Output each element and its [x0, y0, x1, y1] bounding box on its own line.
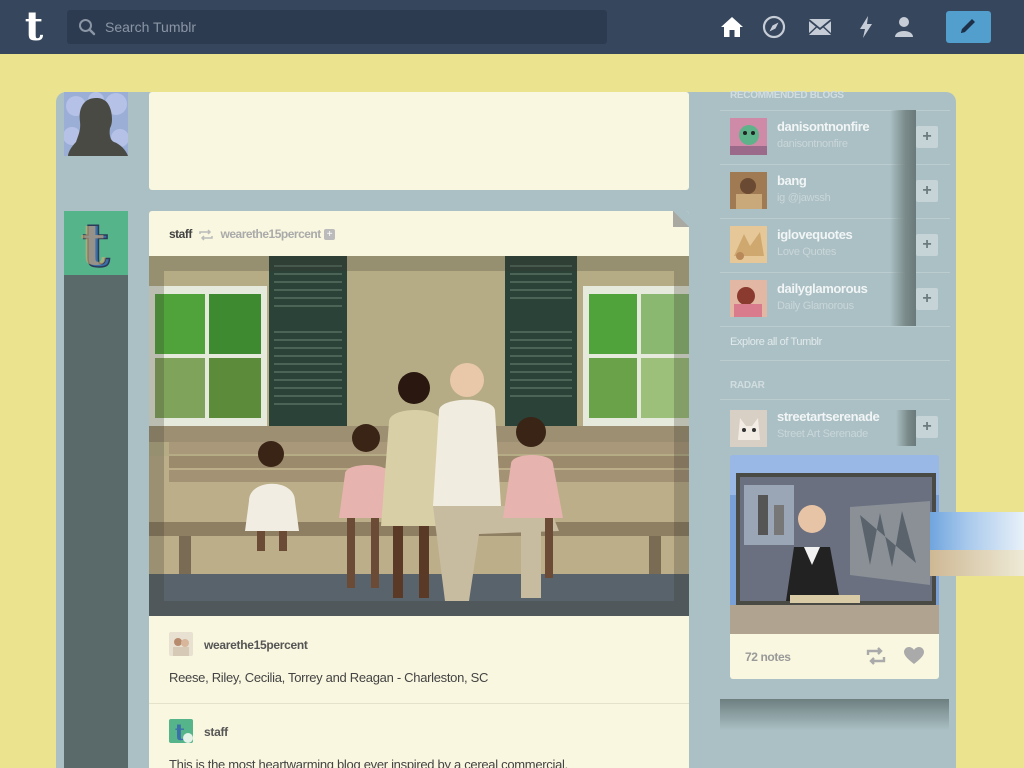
pencil-icon [961, 19, 975, 33]
tumblr-logo[interactable]: t [17, 7, 51, 47]
blog-name[interactable]: dailyglamorous [777, 281, 868, 296]
svg-text:t: t [80, 212, 106, 275]
item-fade [896, 410, 916, 446]
blog-avatar[interactable] [730, 118, 767, 155]
explore-link[interactable]: Explore all of Tumblr [730, 336, 822, 348]
post-card [149, 92, 689, 190]
radar-blog-avatar[interactable] [730, 410, 767, 447]
sidebar-divider [720, 326, 950, 327]
blog-name[interactable]: danisontnonfire [777, 119, 870, 134]
notes-count[interactable]: 72 notes [745, 650, 791, 664]
activity-icon[interactable] [853, 14, 879, 40]
search-icon [79, 19, 96, 36]
follow-button[interactable]: + [916, 234, 938, 256]
comment-text: This is the most heartwarming blog ever … [169, 757, 568, 768]
post-caption: Reese, Riley, Cecilia, Torrey and Reagan… [169, 670, 489, 685]
sidebar-bottom-panel [720, 699, 949, 768]
follow-button[interactable]: + [916, 126, 938, 148]
radar-post-photo[interactable] [730, 455, 939, 634]
recommended-heading: RECOMMENDED BLOGS [730, 90, 844, 101]
compose-button[interactable] [946, 11, 991, 43]
staff-mini-avatar[interactable]: t [169, 719, 193, 743]
follow-button[interactable]: + [916, 180, 938, 202]
render-artifact [930, 512, 1024, 550]
recommended-blog-item[interactable]: danisontnonfire danisontnonfire + [720, 110, 950, 164]
follow-button[interactable]: + [916, 416, 938, 438]
recommended-blog-item[interactable]: bang ig @jawssh + [720, 164, 950, 218]
recommended-blog-item[interactable]: dailyglamorous Daily Glamorous + [720, 272, 950, 326]
post-corner-fold [673, 211, 689, 227]
post-blog-name[interactable]: staff [169, 227, 192, 241]
reblog-icon [199, 229, 213, 241]
reblog-icon[interactable] [865, 646, 887, 666]
like-heart-icon[interactable] [903, 646, 925, 666]
home-icon[interactable] [719, 14, 745, 40]
post-photo[interactable] [149, 256, 689, 616]
staff-avatar[interactable]: t t [64, 210, 128, 282]
blog-title: Daily Glamorous [777, 300, 854, 312]
blog-name[interactable]: bang [777, 173, 807, 188]
radar-blog-name[interactable]: streetartserenade [777, 409, 880, 424]
radar-heading: RADAR [730, 380, 765, 391]
radar-post-card: 72 notes [730, 455, 939, 679]
account-icon[interactable] [891, 14, 917, 40]
post-divider [149, 703, 689, 704]
blog-avatar[interactable] [730, 280, 767, 317]
post-card: staff wearethe15percent + wearethe15perc… [149, 211, 689, 768]
blog-title: ig @jawssh [777, 192, 831, 204]
comment-blog-name[interactable]: staff [204, 725, 228, 739]
follow-icon[interactable]: + [324, 229, 336, 241]
post-header: staff wearethe15percent + [169, 227, 336, 243]
inbox-icon[interactable] [807, 14, 833, 40]
blog-name[interactable]: iglovequotes [777, 227, 853, 242]
search-input[interactable] [105, 10, 595, 44]
post-gutter [64, 275, 128, 768]
render-artifact [930, 550, 1024, 576]
blog-avatar[interactable] [730, 172, 767, 209]
blog-avatar[interactable] [730, 226, 767, 263]
blog-title: Love Quotes [777, 246, 837, 258]
top-navigation-bar: t [0, 0, 1024, 54]
source-blog-name[interactable]: wearethe15percent [204, 638, 308, 652]
item-fade [890, 272, 916, 326]
explore-icon[interactable] [761, 14, 787, 40]
recommended-blog-item[interactable]: iglovequotes Love Quotes + [720, 218, 950, 272]
item-fade [890, 110, 916, 164]
item-fade [890, 218, 916, 272]
sidebar-divider [720, 360, 950, 361]
reblogged-from-blog[interactable]: wearethe15percent [221, 227, 322, 241]
item-fade [890, 164, 916, 218]
radar-blog-item[interactable]: streetartserenade Street Art Serenade + [720, 400, 950, 452]
blog-title: danisontnonfire [777, 138, 848, 150]
radar-blog-title: Street Art Serenade [777, 428, 868, 440]
follow-button[interactable]: + [916, 288, 938, 310]
search-box[interactable] [67, 10, 607, 44]
user-avatar[interactable] [64, 92, 128, 156]
source-avatar[interactable] [169, 632, 193, 656]
